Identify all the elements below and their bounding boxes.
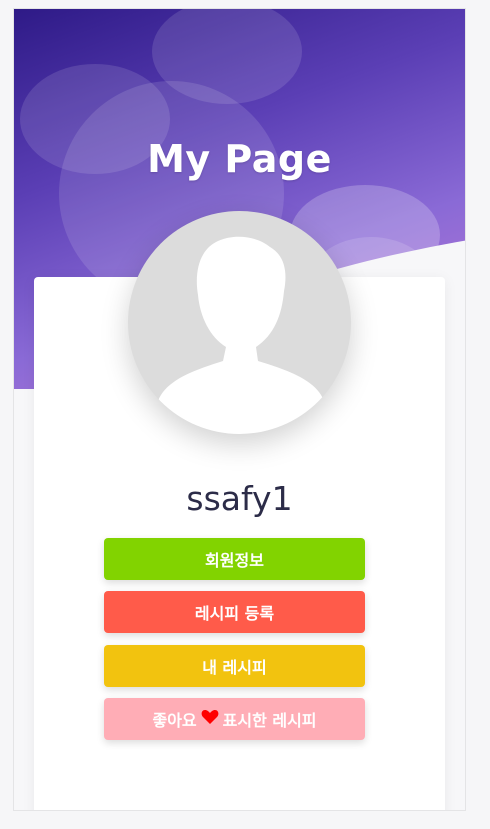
liked-recipes-button[interactable]: 좋아요 표시한 레시피 xyxy=(104,698,365,740)
liked-recipes-label-before: 좋아요 xyxy=(152,711,197,730)
liked-recipes-label-after: 표시한 레시피 xyxy=(222,711,317,730)
page-title: My Page xyxy=(147,137,332,181)
my-recipes-label: 내 레시피 xyxy=(202,658,267,677)
member-info-label: 회원정보 xyxy=(205,551,264,570)
page-frame: My Page ssafy1 회원정보 레시피 등록 내 레시피 좋아요 표시한… xyxy=(13,8,466,811)
register-recipe-button[interactable]: 레시피 등록 xyxy=(104,591,365,633)
default-user-avatar-icon xyxy=(152,236,328,434)
member-info-button[interactable]: 회원정보 xyxy=(104,538,365,580)
username: ssafy1 xyxy=(186,479,293,518)
my-recipes-button[interactable]: 내 레시피 xyxy=(104,645,365,687)
register-recipe-label: 레시피 등록 xyxy=(194,604,275,623)
avatar xyxy=(128,211,351,434)
heart-icon xyxy=(201,709,219,729)
